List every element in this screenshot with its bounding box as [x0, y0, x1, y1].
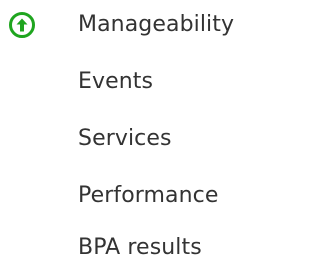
item-services[interactable]: Services	[78, 124, 172, 154]
item-events[interactable]: Events	[78, 67, 153, 97]
item-performance[interactable]: Performance	[78, 181, 219, 211]
item-bpa-results[interactable]: BPA results	[78, 233, 202, 263]
up-arrow-circle-icon	[9, 12, 35, 38]
role-status-list: Manageability Events Services Performanc…	[0, 0, 255, 263]
item-manageability[interactable]: Manageability	[78, 10, 234, 40]
